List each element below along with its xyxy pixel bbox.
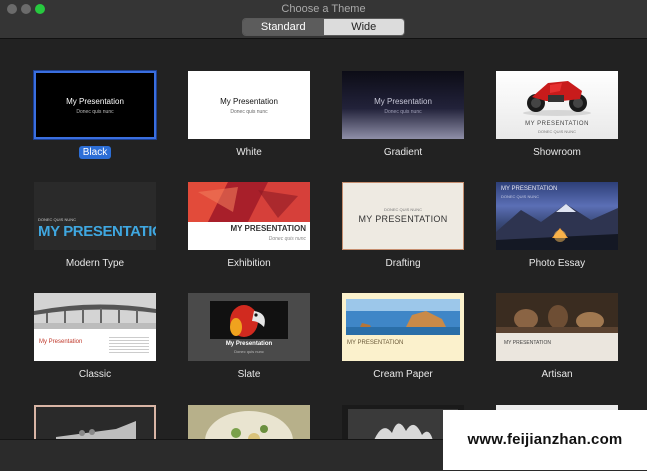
theme-thumbnail[interactable]: MY PRESENTATION DONEC QUIS NUNC bbox=[496, 182, 618, 250]
thumbnail-title: My Presentation bbox=[220, 97, 278, 106]
thumbnail-title: MY PRESENTATION bbox=[230, 224, 306, 233]
mountain-tent-icon bbox=[496, 204, 618, 250]
thumbnail-subtitle: DONEC QUIS NUNC bbox=[537, 129, 576, 134]
thumbnail-subtitle: Donec quis nunc bbox=[234, 349, 264, 354]
theme-showroom[interactable]: MY PRESENTATION DONEC QUIS NUNC Showroom bbox=[496, 71, 618, 158]
theme-label: Cream Paper bbox=[373, 369, 433, 380]
thumbnail-subtitle: Donec quis nunc bbox=[76, 109, 114, 115]
theme-label: Classic bbox=[78, 369, 112, 380]
thumbnail-subtitle: Donec quis nunc bbox=[230, 109, 268, 115]
title-bar: Choose a Theme Standard Wide bbox=[0, 0, 647, 39]
thumbnail-title: MY PRESENTATION bbox=[501, 186, 558, 192]
theme-slate[interactable]: My Presentation Donec quis nunc Slate bbox=[188, 293, 310, 380]
trumpet-photo-icon bbox=[36, 407, 154, 439]
theme-label: Photo Essay bbox=[528, 258, 586, 269]
thumbnail-title: MY PRESENTATION bbox=[525, 121, 589, 127]
theme-row4-1[interactable] bbox=[34, 405, 156, 439]
theme-artisan[interactable]: MY PRESENTATION Artisan bbox=[496, 293, 618, 380]
theme-white[interactable]: My Presentation Donec quis nunc White bbox=[188, 71, 310, 158]
theme-modern-type[interactable]: DONEC QUIS NUNC MY PRESENTATION Modern T… bbox=[34, 182, 156, 269]
theme-thumbnail[interactable]: MY PRESENTATION Donec quis nunc bbox=[188, 182, 310, 250]
theme-label: Gradient bbox=[383, 147, 423, 158]
theme-row4-2[interactable] bbox=[188, 405, 310, 439]
theme-label: Black bbox=[14, 146, 176, 159]
window-title: Choose a Theme bbox=[281, 3, 366, 15]
thumbnail-title: MY PRESENTATION bbox=[504, 340, 551, 346]
thumbnail-title: MY PRESENTATION bbox=[38, 223, 156, 240]
theme-drafting[interactable]: DONEC QUIS NUNC MY PRESENTATION Drafting bbox=[342, 182, 464, 269]
theme-label: Modern Type bbox=[65, 258, 125, 269]
bridge-icon bbox=[34, 293, 156, 329]
body-text-lines bbox=[109, 337, 149, 353]
segment-standard[interactable]: Standard bbox=[243, 19, 324, 35]
theme-thumbnail[interactable]: My Presentation Donec quis nunc bbox=[34, 71, 156, 139]
theme-label: White bbox=[236, 147, 262, 158]
thumbnail-title: My Presentation bbox=[374, 97, 432, 106]
theme-black[interactable]: My Presentation Donec quis nunc Black bbox=[34, 71, 156, 159]
theme-label: Slate bbox=[237, 369, 261, 380]
theme-grid: My Presentation Donec quis nunc Black My… bbox=[0, 39, 647, 439]
exhibition-pattern-icon bbox=[188, 182, 310, 222]
theme-thumbnail[interactable] bbox=[34, 405, 156, 439]
thumbnail-title: My Presentation bbox=[225, 341, 273, 347]
theme-label: Artisan bbox=[541, 369, 573, 380]
segment-wide[interactable]: Wide bbox=[323, 19, 404, 35]
theme-exhibition[interactable]: MY PRESENTATION Donec quis nunc Exhibiti… bbox=[188, 182, 310, 269]
theme-cream-paper[interactable]: MY PRESENTATION Cream Paper bbox=[342, 293, 464, 380]
coast-photo-icon bbox=[346, 299, 460, 335]
watermark-text: www.feijianzhan.com bbox=[467, 431, 623, 448]
theme-thumbnail[interactable]: MY PRESENTATION DONEC QUIS NUNC bbox=[496, 71, 618, 139]
theme-classic[interactable]: My Presentation Classic bbox=[34, 293, 156, 380]
theme-thumbnail[interactable]: MY PRESENTATION bbox=[496, 293, 618, 361]
thumbnail-subtitle: DONEC QUIS NUNC bbox=[38, 217, 77, 222]
thumbnail-title: My Presentation bbox=[66, 97, 124, 106]
theme-label: Showroom bbox=[533, 147, 581, 158]
theme-thumbnail[interactable]: DONEC QUIS NUNC MY PRESENTATION bbox=[34, 182, 156, 250]
pottery-photo-icon bbox=[496, 293, 618, 333]
slide-size-toggle[interactable]: Standard Wide bbox=[242, 18, 405, 36]
theme-thumbnail[interactable]: My Presentation bbox=[34, 293, 156, 361]
theme-thumbnail[interactable] bbox=[188, 405, 310, 439]
thumbnail-title: My Presentation bbox=[39, 339, 83, 345]
theme-thumbnail[interactable]: My Presentation Donec quis nunc bbox=[188, 293, 310, 361]
food-photo-icon bbox=[188, 405, 310, 439]
thumbnail-title: MY PRESENTATION bbox=[347, 340, 404, 346]
thumbnail-title: MY PRESENTATION bbox=[358, 214, 448, 224]
thumbnail-subtitle: DONEC QUIS NUNC bbox=[383, 207, 422, 212]
theme-label: Exhibition bbox=[227, 258, 271, 269]
watermark: www.feijianzhan.com bbox=[443, 410, 647, 470]
theme-photo-essay[interactable]: MY PRESENTATION DONEC QUIS NUNC Photo Es… bbox=[496, 182, 618, 269]
theme-thumbnail[interactable]: My Presentation Donec quis nunc bbox=[342, 71, 464, 139]
theme-label: Drafting bbox=[385, 258, 421, 269]
thumbnail-subtitle: Donec quis nunc bbox=[384, 109, 422, 115]
theme-thumbnail[interactable]: My Presentation Donec quis nunc bbox=[188, 71, 310, 139]
theme-gradient[interactable]: My Presentation Donec quis nunc Gradient bbox=[342, 71, 464, 158]
thumbnail-subtitle: DONEC QUIS NUNC bbox=[501, 194, 540, 199]
thumbnail-subtitle: Donec quis nunc bbox=[268, 236, 306, 242]
theme-thumbnail[interactable]: DONEC QUIS NUNC MY PRESENTATION bbox=[342, 182, 464, 250]
theme-thumbnail[interactable]: MY PRESENTATION bbox=[342, 293, 464, 361]
